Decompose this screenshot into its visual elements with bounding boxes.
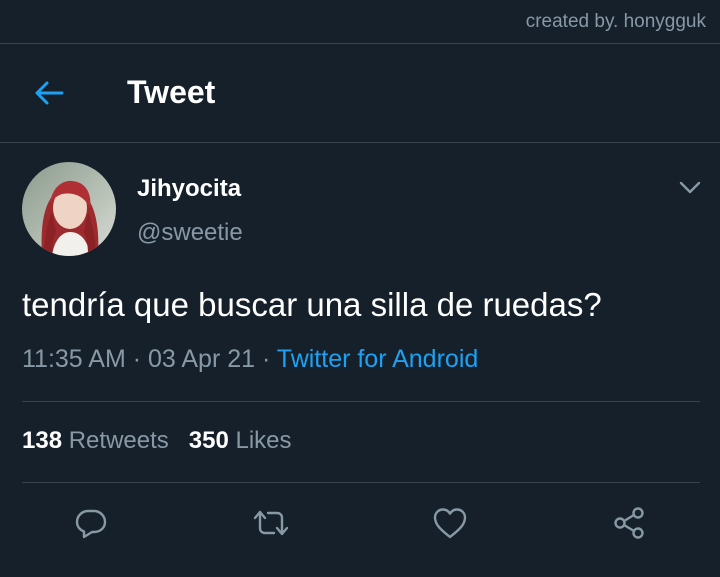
avatar[interactable] xyxy=(22,162,116,256)
reply-button[interactable] xyxy=(69,501,113,545)
tweet-time: 11:35 AM xyxy=(22,345,126,373)
tweet-source-link[interactable]: Twitter for Android xyxy=(277,345,478,373)
credit-bar: created by. honygguk xyxy=(0,0,720,44)
like-button[interactable] xyxy=(428,501,472,545)
share-button[interactable] xyxy=(607,501,651,545)
tweet-meta: 11:35 AM · 03 Apr 21 · Twitter for Andro… xyxy=(22,345,478,374)
tweet-menu-button[interactable] xyxy=(674,174,706,202)
retweet-label: Retweets xyxy=(68,427,169,454)
likes-stat[interactable]: 350 Likes xyxy=(189,427,292,454)
chevron-down-icon xyxy=(679,181,701,194)
author-name[interactable]: Jihyocita xyxy=(137,175,241,203)
like-count: 350 xyxy=(188,427,229,454)
like-label: Likes xyxy=(235,427,292,454)
tweet-date: 03 Apr 21 xyxy=(148,345,256,373)
heart-icon xyxy=(433,508,467,539)
credit-text: created by. honygguk xyxy=(525,11,706,32)
meta-separator: · xyxy=(255,345,277,373)
tweet-stats: 138 Retweets 350 Likes xyxy=(22,427,292,455)
divider xyxy=(22,482,700,483)
meta-separator: · xyxy=(125,345,148,373)
retweets-stat[interactable]: 138 Retweets xyxy=(22,427,169,454)
page-title: Tweet xyxy=(127,74,216,110)
author-handle[interactable]: @sweetie xyxy=(137,219,243,247)
retweet-count: 138 xyxy=(22,427,63,454)
avatar-image xyxy=(22,162,116,256)
header-bar: Tweet xyxy=(0,44,720,143)
divider xyxy=(22,401,700,402)
share-icon xyxy=(614,507,644,539)
arrow-left-icon xyxy=(35,81,64,105)
action-bar xyxy=(0,497,720,549)
back-button[interactable] xyxy=(30,76,68,110)
retweet-button[interactable] xyxy=(249,501,293,545)
tweet-text: tendría que buscar una silla de ruedas? xyxy=(22,286,602,323)
retweet-icon xyxy=(253,510,289,536)
reply-icon xyxy=(75,509,107,539)
